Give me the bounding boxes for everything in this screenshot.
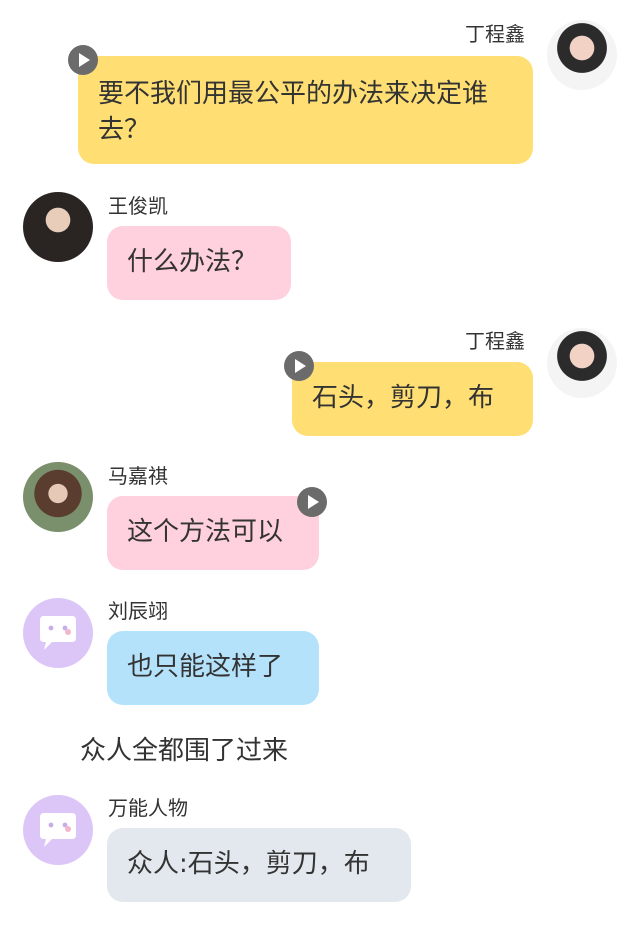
message-bubble[interactable]: 要不我们用最公平的办法来决定谁去？ bbox=[78, 56, 533, 164]
chat-bubble-face-icon bbox=[40, 813, 76, 847]
sender-name: 王俊凯 bbox=[108, 194, 168, 218]
message-bubble[interactable]: 石头，剪刀，布 bbox=[292, 362, 533, 436]
avatar-ma-jiaqi[interactable] bbox=[23, 462, 93, 532]
message-text: 众人:石头，剪刀，布 bbox=[127, 849, 370, 879]
message-bubble[interactable]: 也只能这样了 bbox=[107, 631, 319, 705]
message-text: 这个方法可以 bbox=[127, 517, 284, 547]
message-text: 什么办法？ bbox=[127, 247, 258, 277]
sender-name: 马嘉祺 bbox=[108, 464, 168, 488]
avatar-liu-chenyi[interactable] bbox=[23, 598, 93, 668]
play-icon[interactable] bbox=[68, 45, 98, 75]
play-icon[interactable] bbox=[297, 487, 327, 517]
chat-bubble-face-icon bbox=[40, 616, 76, 650]
sender-name: 丁程鑫 bbox=[465, 329, 525, 353]
sender-name: 刘辰翊 bbox=[108, 599, 168, 623]
message-bubble[interactable]: 众人:石头，剪刀，布 bbox=[107, 828, 411, 902]
avatar-wanneng-renwu[interactable] bbox=[23, 795, 93, 865]
message-bubble[interactable]: 什么办法？ bbox=[107, 226, 291, 300]
sender-name: 万能人物 bbox=[108, 796, 188, 820]
avatar-ding-chengxin[interactable] bbox=[547, 20, 617, 90]
avatar-wang-junkai[interactable] bbox=[23, 192, 93, 262]
narration-text: 众人全都围了过来 bbox=[80, 736, 289, 766]
sender-name: 丁程鑫 bbox=[465, 22, 525, 46]
message-text: 要不我们用最公平的办法来决定谁去？ bbox=[98, 79, 489, 145]
message-text: 石头，剪刀，布 bbox=[312, 383, 495, 413]
play-icon[interactable] bbox=[284, 351, 314, 381]
message-text: 也只能这样了 bbox=[127, 652, 284, 682]
avatar-ding-chengxin[interactable] bbox=[547, 328, 617, 398]
message-bubble[interactable]: 这个方法可以 bbox=[107, 496, 319, 570]
